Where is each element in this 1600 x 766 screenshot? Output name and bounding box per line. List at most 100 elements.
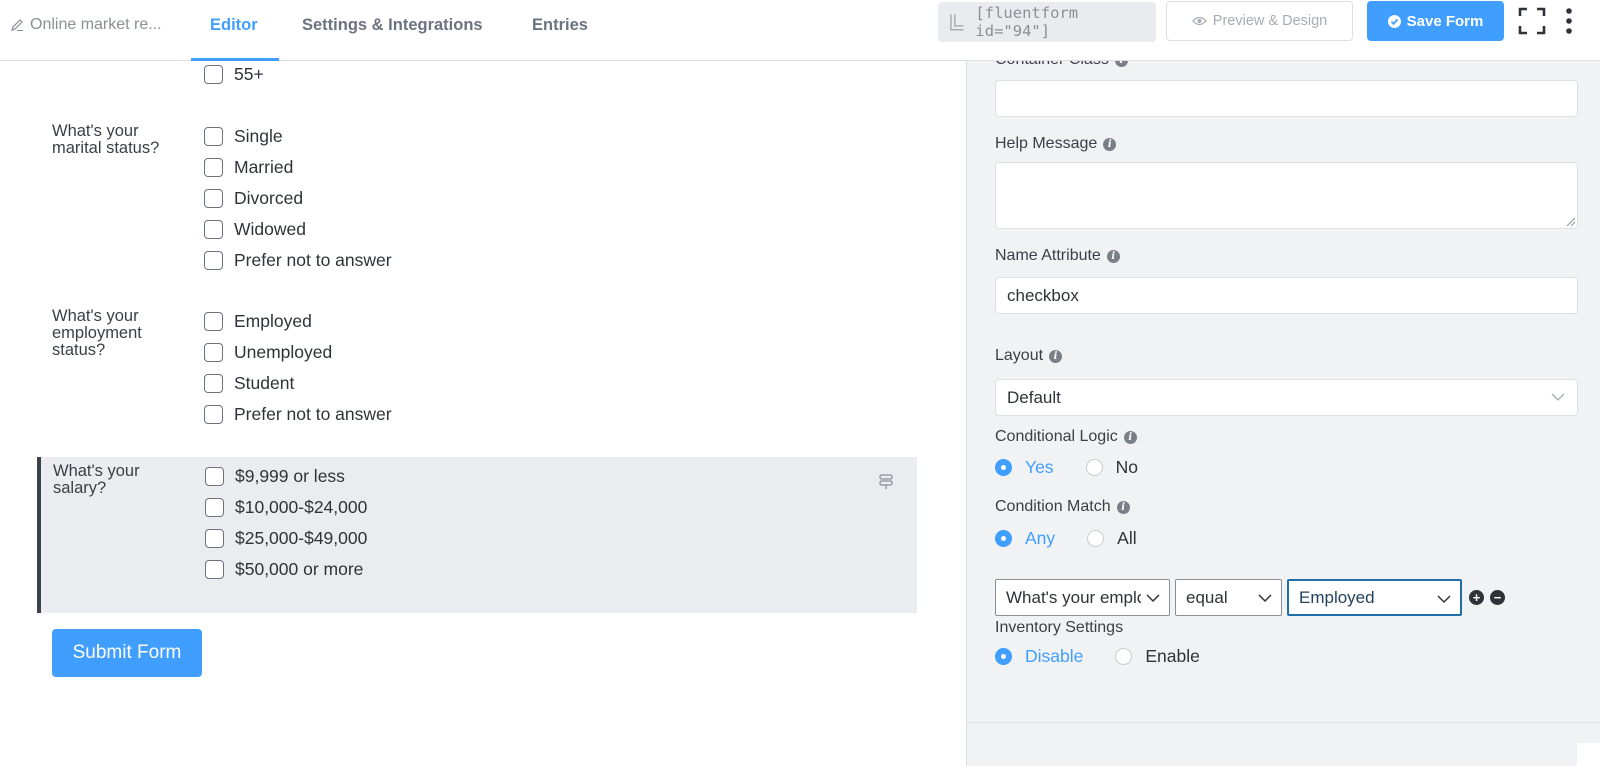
chevron-down-icon: [1258, 594, 1272, 603]
conditional-logic-label-text: Conditional Logic: [995, 428, 1118, 445]
help-message-label: Help Message i: [995, 135, 1117, 153]
tab-settings-integrations[interactable]: Settings & Integrations: [302, 16, 483, 35]
more-options-icon[interactable]: [1565, 7, 1573, 35]
layout-select-value: Default: [1007, 387, 1061, 407]
info-icon[interactable]: i: [1103, 137, 1117, 151]
info-icon[interactable]: i: [1116, 500, 1130, 514]
option-label: $25,000-$49,000: [235, 528, 368, 548]
radio-dot[interactable]: [995, 648, 1012, 665]
chevron-down-icon: [1146, 594, 1160, 603]
tab-editor[interactable]: Editor: [210, 16, 258, 35]
radio-label: Any: [1025, 528, 1056, 548]
radio-dot[interactable]: [1087, 530, 1105, 547]
help-message-label-text: Help Message: [995, 135, 1098, 152]
condition-match-label-text: Condition Match: [995, 498, 1111, 515]
checkbox[interactable]: [204, 251, 223, 270]
preview-design-label: Preview & Design: [1212, 13, 1328, 29]
info-icon[interactable]: i: [1114, 61, 1128, 67]
conditional-logic-label: Conditional Logic i: [995, 428, 1137, 446]
submit-form-button[interactable]: Submit Form: [52, 629, 202, 677]
info-icon[interactable]: i: [1049, 349, 1063, 363]
resize-grip-icon[interactable]: [1565, 216, 1575, 226]
option-label: Unemployed: [234, 342, 333, 362]
name-attribute-label-text: Name Attribute: [995, 247, 1101, 264]
checkbox[interactable]: [204, 158, 223, 177]
add-condition-icon[interactable]: +: [1469, 590, 1484, 605]
radio-label: No: [1115, 457, 1138, 477]
save-form-button[interactable]: Save Form: [1367, 1, 1504, 41]
checkbox[interactable]: [204, 405, 223, 424]
radio-label: Enable: [1145, 646, 1200, 666]
checkbox-option[interactable]: $50,000 or more: [205, 559, 363, 580]
inventory-enable-radio[interactable]: Enable: [1115, 646, 1200, 667]
shortcode-copy[interactable]: [fluentform id="94"]: [938, 2, 1156, 42]
conditional-logic-yes-radio[interactable]: Yes: [995, 457, 1054, 478]
radio-dot[interactable]: [995, 459, 1012, 476]
condition-match-all-radio[interactable]: All: [1087, 528, 1137, 549]
checkbox[interactable]: [204, 343, 223, 362]
option-label: Employed: [234, 311, 312, 331]
layout-label-text: Layout: [995, 347, 1044, 364]
checkbox-option[interactable]: $25,000-$49,000: [205, 528, 367, 549]
conditional-logic-radio-group: Yes No: [995, 457, 1170, 478]
remove-condition-icon[interactable]: −: [1490, 590, 1505, 605]
checkbox[interactable]: [204, 312, 223, 331]
condition-rule-row: What's your employment status? equal Emp…: [995, 579, 1505, 616]
inventory-radio-group: Disable Enable: [995, 646, 1232, 667]
checkbox[interactable]: [205, 529, 224, 548]
eye-icon: [1191, 16, 1207, 26]
radio-dot[interactable]: [1085, 459, 1103, 476]
panel-footer: [967, 722, 1600, 766]
option-label: $50,000 or more: [235, 559, 364, 579]
checkbox[interactable]: [204, 189, 223, 208]
conditional-logic-no-radio[interactable]: No: [1085, 457, 1138, 478]
condition-field-select[interactable]: What's your employment status?: [995, 579, 1170, 616]
container-class-label-text: Container Class: [995, 61, 1109, 69]
checkbox-option[interactable]: 55+: [204, 64, 264, 85]
checkbox-option[interactable]: Single: [204, 126, 283, 147]
tab-entries[interactable]: Entries: [532, 16, 588, 35]
option-label: Divorced: [234, 188, 304, 208]
checkbox-option[interactable]: Unemployed: [204, 342, 332, 363]
checkbox-option[interactable]: $9,999 or less: [205, 466, 345, 487]
checkbox-option[interactable]: Married: [204, 157, 293, 178]
checkbox[interactable]: [205, 467, 224, 486]
condition-match-any-radio[interactable]: Any: [995, 528, 1055, 549]
checkbox[interactable]: [204, 374, 223, 393]
checkbox[interactable]: [205, 498, 224, 517]
condition-value-select[interactable]: Employed: [1287, 579, 1462, 616]
form-editor-canvas: 55+ What's your marital status? Single M…: [0, 61, 966, 766]
drag-handle-icon[interactable]: [878, 473, 894, 491]
layout-label: Layout i: [995, 347, 1063, 365]
condition-operator-select[interactable]: equal: [1175, 579, 1282, 616]
condition-operator-value: equal: [1186, 587, 1228, 607]
checkbox[interactable]: [204, 65, 223, 84]
info-icon[interactable]: i: [1123, 430, 1137, 444]
chevron-down-icon: [1437, 595, 1451, 604]
checkbox-option[interactable]: Student: [204, 373, 294, 394]
layout-select[interactable]: Default: [995, 379, 1578, 416]
checkbox[interactable]: [205, 560, 224, 579]
help-message-textarea[interactable]: [995, 162, 1578, 229]
condition-field-value: What's your employment status?: [1006, 587, 1141, 607]
checkbox-option[interactable]: Divorced: [204, 188, 303, 209]
condition-value-value: Employed: [1299, 587, 1375, 607]
checkbox[interactable]: [204, 220, 223, 239]
info-icon[interactable]: i: [1106, 249, 1120, 263]
checkbox-option[interactable]: $10,000-$24,000: [205, 497, 367, 518]
checkbox-option[interactable]: Prefer not to answer: [204, 404, 392, 425]
option-label: 55+: [234, 64, 264, 84]
checkbox-option[interactable]: Widowed: [204, 219, 306, 240]
checkbox-option[interactable]: Prefer not to answer: [204, 250, 392, 271]
fullscreen-icon[interactable]: [1518, 7, 1546, 35]
checkbox[interactable]: [204, 127, 223, 146]
checkbox-option[interactable]: Employed: [204, 311, 312, 332]
form-title-breadcrumb[interactable]: Online market re...: [10, 16, 162, 34]
preview-design-button[interactable]: Preview & Design: [1166, 1, 1353, 41]
inventory-disable-radio[interactable]: Disable: [995, 646, 1083, 667]
container-class-input[interactable]: [995, 80, 1578, 117]
check-circle-icon: [1387, 14, 1401, 28]
radio-dot[interactable]: [1115, 648, 1133, 665]
name-attribute-input[interactable]: checkbox: [995, 277, 1578, 314]
radio-dot[interactable]: [995, 530, 1012, 547]
